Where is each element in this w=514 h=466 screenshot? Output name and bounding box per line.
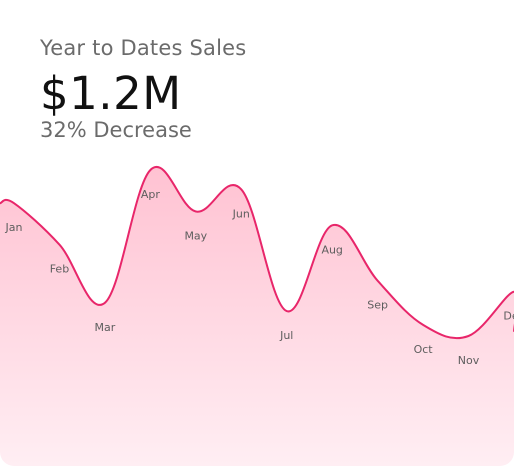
month-label-mar: Mar <box>95 321 116 334</box>
data-point-apr[interactable] <box>148 168 152 172</box>
data-point-oct[interactable] <box>421 323 425 327</box>
total-sales-value: $1.2M <box>40 67 182 120</box>
month-label-feb: Feb <box>50 263 69 276</box>
data-point-jan[interactable] <box>12 201 16 205</box>
data-point-jun[interactable] <box>239 187 243 191</box>
month-label-jul: Jul <box>279 329 293 342</box>
card-title: Year to Dates Sales <box>40 36 247 60</box>
data-point-nov[interactable] <box>467 334 471 338</box>
data-point-aug[interactable] <box>330 223 334 227</box>
data-point-feb[interactable] <box>57 243 61 247</box>
month-label-jun: Jun <box>232 207 250 220</box>
data-point-sep[interactable] <box>376 279 380 283</box>
month-label-dec: Dec <box>503 310 514 323</box>
month-label-nov: Nov <box>458 354 480 367</box>
data-point-jul[interactable] <box>285 309 289 313</box>
month-label-oct: Oct <box>414 343 434 356</box>
month-label-sep: Sep <box>367 299 388 312</box>
data-point-may[interactable] <box>194 210 198 214</box>
data-point-mar[interactable] <box>103 301 107 305</box>
month-label-may: May <box>184 230 207 243</box>
month-label-apr: Apr <box>141 188 161 201</box>
month-label-aug: Aug <box>321 243 342 256</box>
sales-change-text: 32% Decrease <box>40 118 192 142</box>
sales-area-fill <box>0 167 514 466</box>
month-label-jan: Jan <box>5 221 23 234</box>
card-header: Year to Dates Sales $1.2M 32% Decrease <box>40 36 246 142</box>
sales-card: Jan Feb Mar Apr May Jun Jul Aug Sep Oct Nov Dec Yea… <box>0 0 514 466</box>
